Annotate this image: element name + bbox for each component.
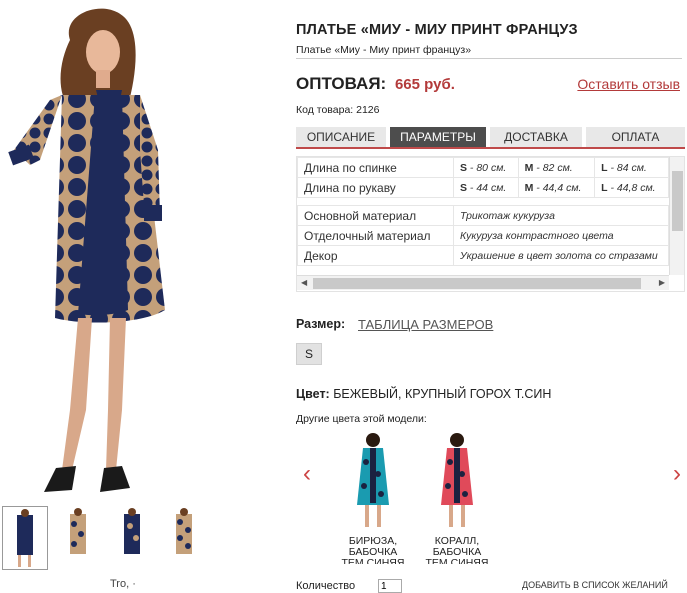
thumbnail-2[interactable] [56, 506, 102, 570]
tab-payment[interactable]: ОПЛАТА [586, 127, 685, 147]
param-size-m: M - 82 см. [517, 157, 596, 178]
thumbnail-4[interactable] [162, 506, 208, 570]
product-breadcrumb: Платье «Миу - Миу принт француз» [296, 44, 472, 56]
param-value: Украшение в цвет золота со стразами [453, 245, 669, 266]
param-size-l: L - 44,8 см. [594, 177, 669, 198]
variant-caption: БИРЮЗА, БАБОЧКА ТЕМ.СИНЯЯ [341, 536, 405, 564]
variant-caption: КОРАЛЛ, БАБОЧКА ТЕМ.СИНЯЯ [425, 536, 489, 564]
variant-photo [349, 430, 397, 530]
color-info: Цвет: БЕЖЕВЫЙ, КРУПНЫЙ ГОРОХ Т.СИН [296, 387, 551, 401]
param-value: Трикотаж кукуруза [453, 205, 669, 226]
other-colors-label: Другие цвета этой модели: [296, 413, 427, 425]
param-size-l: L - 84 см. [594, 157, 669, 178]
chevron-right-icon[interactable]: › [673, 462, 681, 486]
horizontal-scrollbar[interactable]: ◀ ▶ [297, 275, 669, 290]
price-value: 665 руб. [394, 76, 455, 93]
table-row: Отделочный материал Кукуруза контрастног… [297, 225, 669, 246]
table-row: Основной материал Трикотаж кукуруза [297, 205, 669, 226]
size-option-s[interactable]: S [296, 343, 322, 365]
price-block: ОПТОВАЯ: 665 руб. [296, 74, 455, 94]
variant-photo [433, 430, 481, 530]
table-row: Декор Украшение в цвет золота со стразам… [297, 245, 669, 266]
param-value: Кукуруза контрастного цвета [453, 225, 669, 246]
product-title: ПЛАТЬЕ «МИУ - МИУ ПРИНТ ФРАНЦУЗ [296, 22, 578, 38]
scrollbar-thumb[interactable] [313, 278, 641, 289]
param-label: Основной материал [297, 205, 454, 226]
product-sku: Код товара: 2126 [296, 104, 380, 116]
param-size-s: S - 44 см. [453, 177, 519, 198]
leave-review-link[interactable]: Оставить отзыв [577, 76, 680, 92]
quantity-input[interactable] [378, 579, 402, 593]
price-label: ОПТОВАЯ: [296, 74, 387, 93]
param-size-m: M - 44,4 см. [517, 177, 596, 198]
color-variant-coral[interactable]: КОРАЛЛ, БАБОЧКА ТЕМ.СИНЯЯ [422, 430, 492, 564]
parameters-panel: Длина по спинке S - 80 см. M - 82 см. L … [296, 156, 685, 292]
param-label: Декор [297, 245, 454, 266]
quantity-label: Количество [296, 580, 356, 592]
color-variant-turquoise[interactable]: БИРЮЗА, БАБОЧКА ТЕМ.СИНЯЯ [338, 430, 408, 564]
vertical-scrollbar[interactable] [669, 157, 684, 275]
size-table-link[interactable]: ТАБЛИЦА РАЗМЕРОВ [358, 317, 493, 332]
add-to-wishlist-link[interactable]: ДОБАВИТЬ В СПИСОК ЖЕЛАНИЙ [522, 580, 668, 590]
param-label: Длина по рукаву [297, 177, 454, 198]
table-row: Длина по спинке S - 80 см. M - 82 см. L … [297, 157, 669, 178]
chevron-left-icon[interactable]: ‹ [303, 462, 311, 486]
scrollbar-thumb[interactable] [672, 171, 683, 231]
divider [296, 58, 682, 59]
color-label: Цвет: [296, 387, 330, 401]
param-label: Длина по спинке [297, 157, 454, 178]
scroll-right-icon[interactable]: ▶ [659, 278, 665, 287]
thumbnail-strip [0, 506, 210, 570]
tab-delivery[interactable]: ДОСТАВКА [490, 127, 582, 147]
size-label: Размер: [296, 317, 346, 331]
param-label: Отделочный материал [297, 225, 454, 246]
cut-off-text: Tro, · [110, 578, 136, 590]
color-value: БЕЖЕВЫЙ, КРУПНЫЙ ГОРОХ Т.СИН [333, 387, 552, 401]
param-size-s: S - 80 см. [453, 157, 519, 178]
product-tabs: ОПИСАНИЕ ПАРАМЕТРЫ ДОСТАВКА ОПЛАТА [296, 127, 685, 149]
scroll-left-icon[interactable]: ◀ [301, 278, 307, 287]
parameters-table: Длина по спинке S - 80 см. M - 82 см. L … [297, 157, 669, 266]
thumbnail-1[interactable] [2, 506, 48, 570]
product-main-photo[interactable] [0, 0, 200, 500]
tab-description[interactable]: ОПИСАНИЕ [296, 127, 386, 147]
table-row: Длина по рукаву S - 44 см. M - 44,4 см. … [297, 177, 669, 198]
thumbnail-3[interactable] [110, 506, 156, 570]
tab-parameters[interactable]: ПАРАМЕТРЫ [390, 127, 486, 147]
